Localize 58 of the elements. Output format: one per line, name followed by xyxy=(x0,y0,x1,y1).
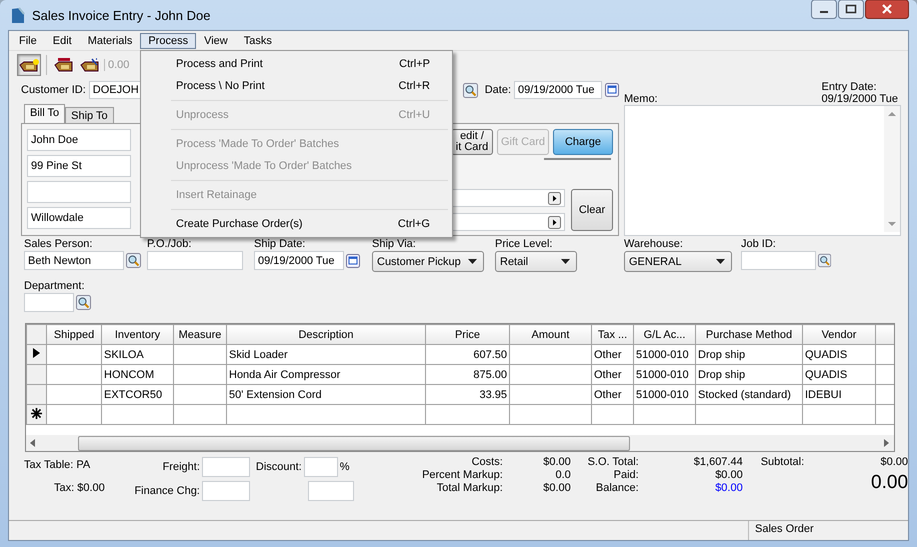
field-label: Discount: xyxy=(256,460,302,472)
field-label: P.O./Job: xyxy=(147,238,192,250)
field-label: Job ID: xyxy=(741,238,777,250)
table-cell: Drop ship xyxy=(696,344,802,364)
summary-value: 0.0 xyxy=(554,469,571,481)
field-label: Sales Person: xyxy=(24,238,94,250)
table-cell: 875.00 xyxy=(426,364,510,384)
table-cell: Other xyxy=(592,384,634,404)
tax-text: Tax: $0.00 xyxy=(54,482,105,494)
field-label: Ship Date: xyxy=(254,238,306,250)
table-cell: SKILOA xyxy=(102,344,174,364)
summary-label: S.O. Total: xyxy=(586,456,639,468)
summary-label: Paid: xyxy=(612,469,639,481)
grand-total: 0.00 xyxy=(871,472,908,493)
table-cell: Other xyxy=(592,364,634,384)
summary-value: $0.00 xyxy=(714,482,743,494)
summary-label: Subtotal: xyxy=(760,456,804,468)
table-cell: QUADIS xyxy=(802,364,876,384)
field-label: Warehouse: xyxy=(624,238,684,250)
summary-label: Total Markup: xyxy=(436,482,503,494)
percent-sign: % xyxy=(340,460,350,472)
table-cell: 607.50 xyxy=(426,344,510,364)
field-label: Finance Chg: xyxy=(134,484,200,496)
window-title: Sales Invoice Entry - John Doe xyxy=(32,8,212,22)
table-cell: Stocked (standard) xyxy=(696,384,802,404)
table-cell: Honda Air Compressor xyxy=(226,364,426,384)
tax-table-text: Tax Table: PA xyxy=(24,459,90,471)
summary-value: $0.00 xyxy=(542,482,571,494)
table-cell: 51000-010 xyxy=(634,384,696,404)
table-cell: HONCOM xyxy=(102,364,174,384)
field-label: Price Level: xyxy=(495,238,554,250)
entry-date-value: 09/19/2000 Tue xyxy=(822,93,898,105)
table-cell: Other xyxy=(592,344,634,364)
field-label: Department: xyxy=(24,280,86,292)
table-cell: IDEBUI xyxy=(802,384,876,404)
field-label: Date: xyxy=(484,84,511,96)
summary-value: $0.00 xyxy=(880,456,908,468)
table-cell: 51000-010 xyxy=(634,364,696,384)
summary-label: Costs: xyxy=(470,456,503,468)
table-cell: QUADIS xyxy=(802,344,876,364)
entry-date-label: Entry Date: xyxy=(822,81,878,93)
summary-value: $0.00 xyxy=(542,456,571,468)
table-cell: Drop ship xyxy=(696,364,802,384)
field-label: Ship Via: xyxy=(372,238,417,250)
summary-value: $1,607.44 xyxy=(692,456,743,468)
summary-label: Balance: xyxy=(594,482,639,494)
field-label: Freight: xyxy=(162,460,200,472)
field-label: Customer ID: xyxy=(21,84,86,96)
memo-label: Memo: xyxy=(624,93,658,105)
table-cell: 50' Extension Cord xyxy=(226,384,426,404)
table-cell: Skid Loader xyxy=(226,344,426,364)
table-cell: 33.95 xyxy=(426,384,510,404)
table-cell: 51000-010 xyxy=(634,344,696,364)
status-text: Sales Order xyxy=(748,521,908,540)
summary-value: $0.00 xyxy=(714,469,743,481)
table-cell: EXTCOR50 xyxy=(102,384,174,404)
toolbar-reading: 0.00 xyxy=(104,59,130,71)
summary-label: Percent Markup: xyxy=(421,469,503,481)
